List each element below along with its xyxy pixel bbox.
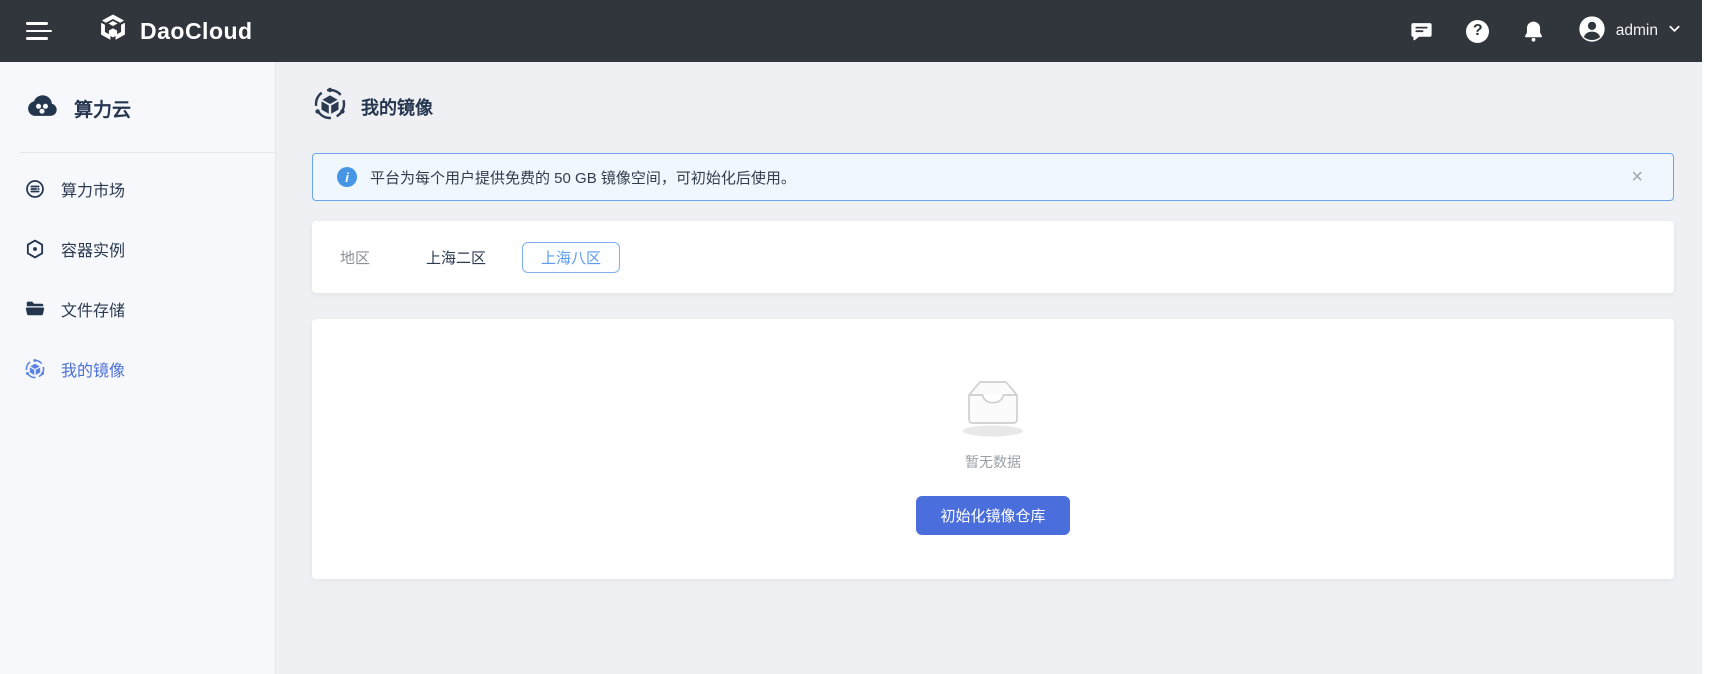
region-option-shanghai-2[interactable]: 上海二区 bbox=[416, 242, 496, 273]
daocloud-cube-icon bbox=[96, 12, 130, 51]
brand-name: DaoCloud bbox=[140, 17, 253, 44]
brand-logo[interactable]: DaoCloud bbox=[96, 12, 253, 51]
image-list-empty-state: 暂无数据 初始化镜像仓库 bbox=[312, 319, 1674, 579]
region-options: 上海二区 上海八区 bbox=[416, 241, 621, 273]
page-header: 我的镜像 bbox=[312, 86, 1674, 127]
image-cube-icon bbox=[24, 358, 46, 380]
help-icon[interactable]: ? bbox=[1465, 18, 1491, 44]
page-scrollbar[interactable] bbox=[1702, 0, 1710, 674]
folder-icon bbox=[24, 298, 46, 320]
info-icon: i bbox=[337, 167, 357, 187]
info-banner-text: 平台为每个用户提供免费的 50 GB 镜像空间，可初始化后使用。 bbox=[370, 169, 796, 187]
top-bar: DaoCloud ? admin bbox=[0, 0, 1710, 62]
user-menu[interactable]: admin bbox=[1577, 14, 1682, 49]
sidebar-brand: 算力云 bbox=[0, 88, 275, 128]
message-icon[interactable] bbox=[1409, 18, 1435, 44]
compute-cloud-icon bbox=[24, 88, 60, 129]
region-label: 地区 bbox=[340, 249, 371, 267]
init-image-repo-button[interactable]: 初始化镜像仓库 bbox=[916, 496, 1070, 535]
username: admin bbox=[1615, 22, 1658, 39]
sidebar-item-label: 文件存储 bbox=[61, 303, 126, 320]
region-filter-card: 地区 上海二区 上海八区 bbox=[312, 221, 1674, 293]
sidebar-item-label: 算力市场 bbox=[61, 183, 126, 200]
avatar bbox=[1577, 14, 1607, 49]
info-banner: i 平台为每个用户提供免费的 50 GB 镜像空间，可初始化后使用。 × bbox=[312, 153, 1674, 201]
sidebar-divider bbox=[20, 152, 275, 153]
sidebar-item-label: 容器实例 bbox=[61, 243, 126, 260]
chevron-down-icon bbox=[1667, 21, 1682, 41]
empty-state-text: 暂无数据 bbox=[965, 454, 1021, 470]
sidebar: 算力云 算力市场 容器实例 文件存储 我的镜像 bbox=[0, 62, 276, 674]
notification-bell-icon[interactable] bbox=[1521, 18, 1547, 44]
topbar-actions: ? admin bbox=[1409, 14, 1682, 49]
region-option-shanghai-8[interactable]: 上海八区 bbox=[522, 241, 621, 273]
main-content: 我的镜像 i 平台为每个用户提供免费的 50 GB 镜像空间，可初始化后使用。 … bbox=[276, 62, 1710, 674]
sidebar-item-compute-market[interactable]: 算力市场 bbox=[0, 159, 275, 219]
close-icon[interactable]: × bbox=[1631, 167, 1643, 187]
menu-toggle-icon[interactable] bbox=[26, 22, 52, 40]
sidebar-item-file-storage[interactable]: 文件存储 bbox=[0, 279, 275, 339]
sidebar-brand-label: 算力云 bbox=[74, 99, 132, 121]
market-icon bbox=[24, 178, 46, 200]
page-title: 我的镜像 bbox=[361, 97, 433, 118]
container-hexagon-icon bbox=[24, 238, 46, 260]
sidebar-item-container-instances[interactable]: 容器实例 bbox=[0, 219, 275, 279]
sidebar-item-my-images[interactable]: 我的镜像 bbox=[0, 339, 275, 399]
sidebar-item-label: 我的镜像 bbox=[61, 363, 126, 380]
page-title-cube-icon bbox=[312, 86, 348, 127]
empty-inbox-icon bbox=[945, 363, 1041, 446]
